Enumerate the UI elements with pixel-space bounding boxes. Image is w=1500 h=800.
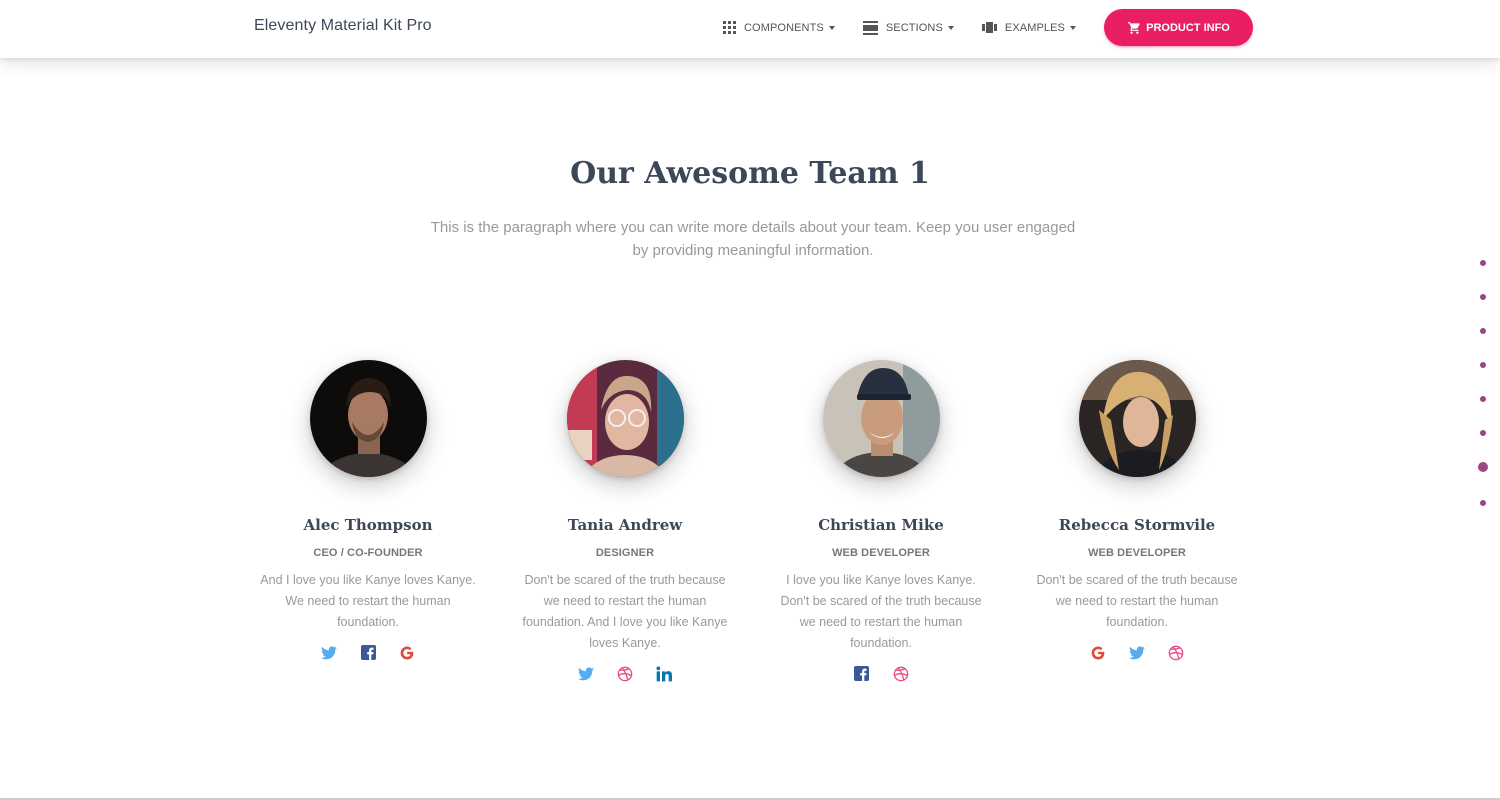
member-role: DESIGNER xyxy=(595,547,655,559)
section-dot[interactable] xyxy=(1480,328,1486,334)
member-description: And I love you like Kanye loves Kanye. W… xyxy=(260,573,476,629)
facebook-icon[interactable] xyxy=(359,643,378,662)
member-role: WEB DEVELOPER xyxy=(1088,547,1186,559)
nav-sections-dropdown[interactable]: SECTIONS xyxy=(862,20,954,35)
google-icon[interactable] xyxy=(398,643,417,662)
section-dot[interactable] xyxy=(1480,500,1486,506)
caret-down-icon xyxy=(1070,26,1076,30)
social-links xyxy=(1021,643,1253,662)
nav-examples-label: EXAMPLES xyxy=(1004,21,1065,34)
team-card: Christian Mike WEB DEVELOPER I love you … xyxy=(765,360,997,683)
twitter-icon[interactable] xyxy=(577,664,596,683)
nav-sections-label: SECTIONS xyxy=(885,21,943,34)
social-links xyxy=(252,643,484,662)
navbar: Eleventy Material Kit Pro COMPONENTS SEC… xyxy=(0,0,1500,58)
section-dot[interactable] xyxy=(1480,430,1486,436)
social-links xyxy=(765,664,997,683)
view-day-icon xyxy=(862,20,878,35)
member-role: CEO / CO-FOUNDER xyxy=(313,547,423,559)
member-role: WEB DEVELOPER xyxy=(832,547,930,559)
caret-down-icon xyxy=(947,26,954,30)
view-carousel-icon xyxy=(981,22,997,33)
member-name: Rebecca Stormvile xyxy=(1058,516,1216,534)
section-title: Our Awesome Team 1 xyxy=(570,156,930,191)
twitter-icon[interactable] xyxy=(320,643,339,662)
team-card: Rebecca Stormvile WEB DEVELOPER Don't be… xyxy=(1021,360,1253,662)
member-name: Alec Thompson xyxy=(303,516,433,534)
google-icon[interactable] xyxy=(1089,643,1108,662)
team-card: Tania Andrew DESIGNER Don't be scared of… xyxy=(509,360,741,683)
avatar[interactable] xyxy=(566,360,684,477)
member-description: Don't be scared of the truth because we … xyxy=(522,573,728,650)
dribbble-icon[interactable] xyxy=(616,664,635,683)
avatar[interactable] xyxy=(1078,360,1196,477)
product-info-label: PRODUCT INFO xyxy=(1146,21,1230,34)
facebook-icon[interactable] xyxy=(852,664,871,683)
avatar[interactable] xyxy=(822,360,940,477)
section-dot[interactable] xyxy=(1480,396,1486,402)
nav-menu: COMPONENTS SECTIONS EXAMPLES PRODUCT INF… xyxy=(723,9,1253,46)
member-description: I love you like Kanye loves Kanye. Don't… xyxy=(780,573,982,650)
apps-grid-icon xyxy=(723,21,737,34)
nav-components-label: COMPONENTS xyxy=(744,21,824,34)
nav-components-dropdown[interactable]: COMPONENTS xyxy=(723,21,835,34)
team-card: Alec Thompson CEO / CO-FOUNDER And I lov… xyxy=(252,360,484,662)
member-description: Don't be scared of the truth because we … xyxy=(1036,573,1238,629)
nav-examples-dropdown[interactable]: EXAMPLES xyxy=(981,21,1076,34)
section-dot[interactable] xyxy=(1480,260,1486,266)
section-dot[interactable] xyxy=(1480,362,1486,368)
brand-link[interactable]: Eleventy Material Kit Pro xyxy=(254,17,432,35)
avatar[interactable] xyxy=(309,360,427,477)
shopping-cart-icon xyxy=(1127,21,1142,35)
section-description: This is the paragraph where you can writ… xyxy=(430,219,1076,259)
section-dot[interactable] xyxy=(1480,294,1486,300)
product-info-button[interactable]: PRODUCT INFO xyxy=(1104,9,1253,46)
twitter-icon[interactable] xyxy=(1128,643,1147,662)
member-name: Christian Mike xyxy=(818,516,944,534)
linkedin-icon[interactable] xyxy=(655,664,674,683)
social-links xyxy=(509,664,741,683)
section-dot-active[interactable] xyxy=(1478,462,1488,472)
caret-down-icon xyxy=(828,26,835,30)
dribbble-icon[interactable] xyxy=(891,664,910,683)
member-name: Tania Andrew xyxy=(567,516,683,534)
dribbble-icon[interactable] xyxy=(1167,643,1186,662)
